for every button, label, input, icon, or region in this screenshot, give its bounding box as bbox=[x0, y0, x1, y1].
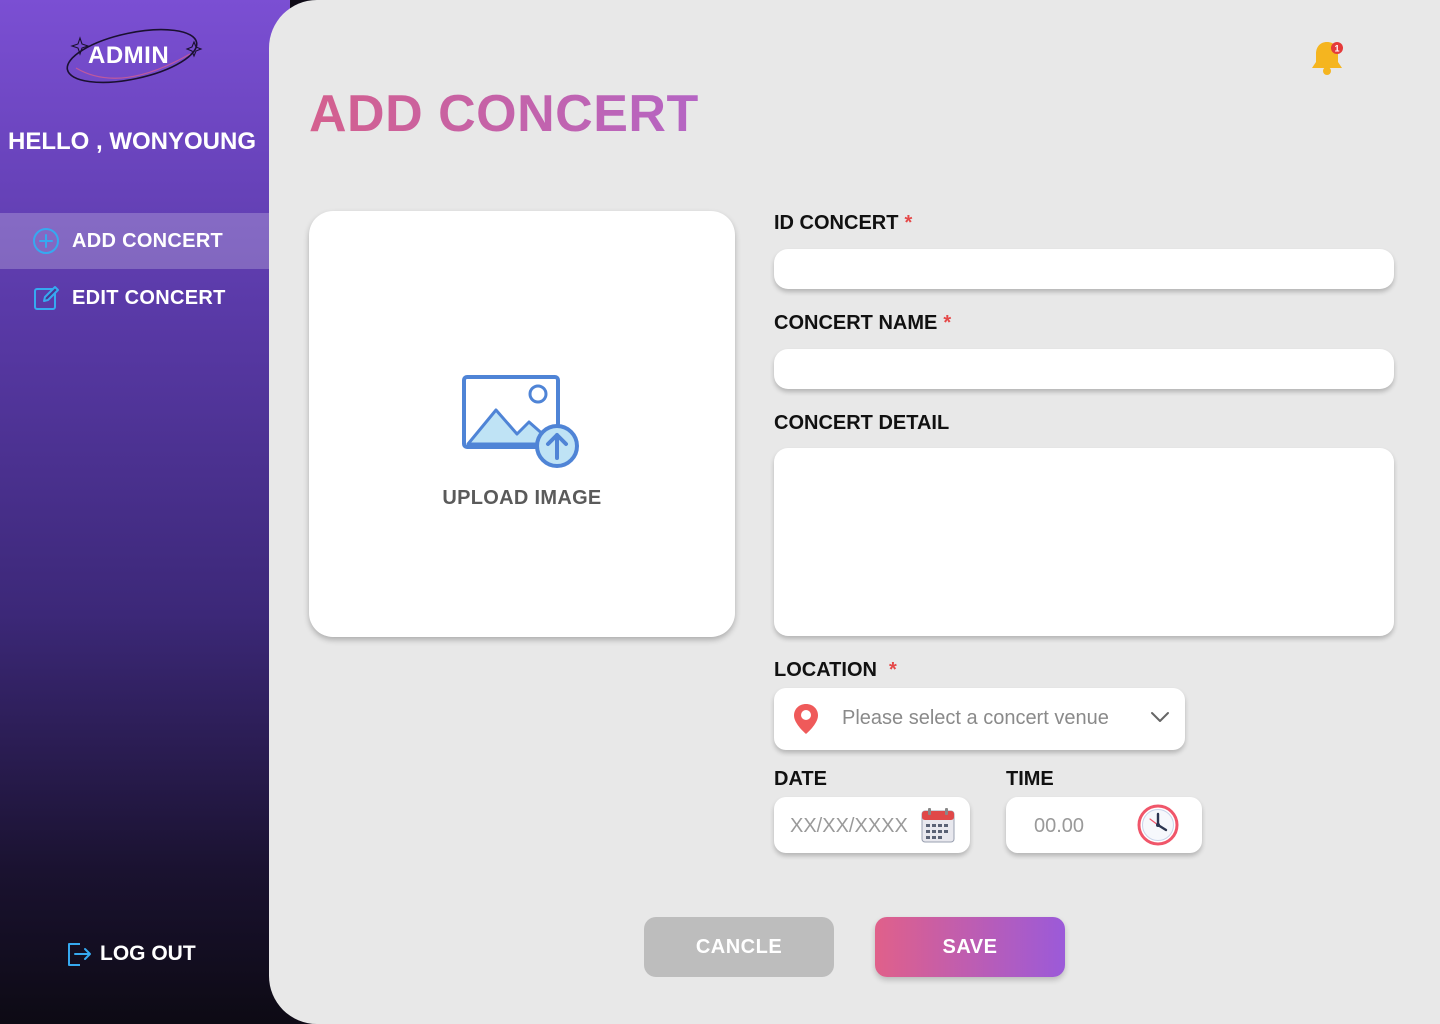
id-concert-label: ID CONCERT * bbox=[774, 212, 912, 235]
sidebar-item-edit-concert[interactable]: EDIT CONCERT bbox=[0, 270, 269, 326]
location-label-text: LOCATION bbox=[774, 659, 877, 681]
time-label: TIME bbox=[1006, 768, 1054, 790]
date-placeholder: XX/XX/XXXX bbox=[790, 815, 908, 837]
location-label: LOCATION * bbox=[774, 659, 897, 682]
greeting: HELLO , WONYOUNG bbox=[8, 128, 256, 155]
concert-detail-textarea[interactable] bbox=[774, 448, 1394, 636]
image-upload-icon bbox=[462, 375, 579, 468]
sidebar-item-add-concert[interactable]: ADD CONCERT bbox=[0, 213, 269, 269]
sidebar-item-label: EDIT CONCERT bbox=[72, 286, 226, 309]
date-input[interactable]: XX/XX/XXXX bbox=[774, 797, 970, 853]
upload-image-label: UPLOAD IMAGE bbox=[442, 487, 602, 509]
logout-button[interactable]: LOG OUT bbox=[66, 940, 196, 968]
concert-name-label-text: CONCERT NAME bbox=[774, 312, 938, 334]
main-content: 1 ADD CONCERT UPLOAD IMAGE ID CONCERT * C… bbox=[269, 0, 1440, 1024]
save-button[interactable]: SAVE bbox=[875, 917, 1065, 977]
logout-icon bbox=[68, 943, 91, 966]
concert-detail-label: CONCERT DETAIL bbox=[774, 412, 950, 434]
clock-icon[interactable] bbox=[1136, 803, 1180, 847]
required-mark: * bbox=[904, 212, 913, 234]
date-label: DATE bbox=[774, 768, 827, 790]
sidebar-item-label: ADD CONCERT bbox=[72, 229, 224, 252]
chevron-down-icon bbox=[1151, 712, 1169, 722]
id-concert-input[interactable] bbox=[774, 249, 1394, 289]
notification-bell-icon[interactable]: 1 bbox=[1307, 38, 1347, 78]
time-input[interactable]: 00.00 bbox=[1006, 797, 1202, 853]
location-placeholder: Please select a concert venue bbox=[842, 707, 1109, 729]
location-select[interactable]: Please select a concert venue bbox=[774, 688, 1185, 750]
required-mark: * bbox=[943, 312, 952, 334]
edit-icon bbox=[32, 284, 60, 312]
page-title: ADD CONCERT bbox=[309, 85, 699, 143]
admin-logo: ADMIN bbox=[60, 24, 205, 88]
logo-text: ADMIN bbox=[88, 42, 170, 69]
cancel-button[interactable]: CANCLE bbox=[644, 917, 834, 977]
sidebar: ADMIN HELLO , WONYOUNG ADD CONCERT EDIT … bbox=[0, 0, 290, 1024]
notification-count: 1 bbox=[1334, 44, 1339, 54]
required-mark: * bbox=[888, 659, 897, 681]
upload-image-dropzone[interactable]: UPLOAD IMAGE bbox=[309, 211, 735, 637]
calendar-icon[interactable] bbox=[920, 806, 956, 844]
concert-name-input[interactable] bbox=[774, 349, 1394, 389]
time-placeholder: 00.00 bbox=[1034, 815, 1085, 837]
location-pin-icon bbox=[794, 704, 818, 734]
logout-label: LOG OUT bbox=[100, 942, 196, 965]
plus-circle-icon bbox=[32, 227, 60, 255]
id-concert-label-text: ID CONCERT bbox=[774, 212, 899, 234]
concert-name-label: CONCERT NAME * bbox=[774, 312, 951, 335]
